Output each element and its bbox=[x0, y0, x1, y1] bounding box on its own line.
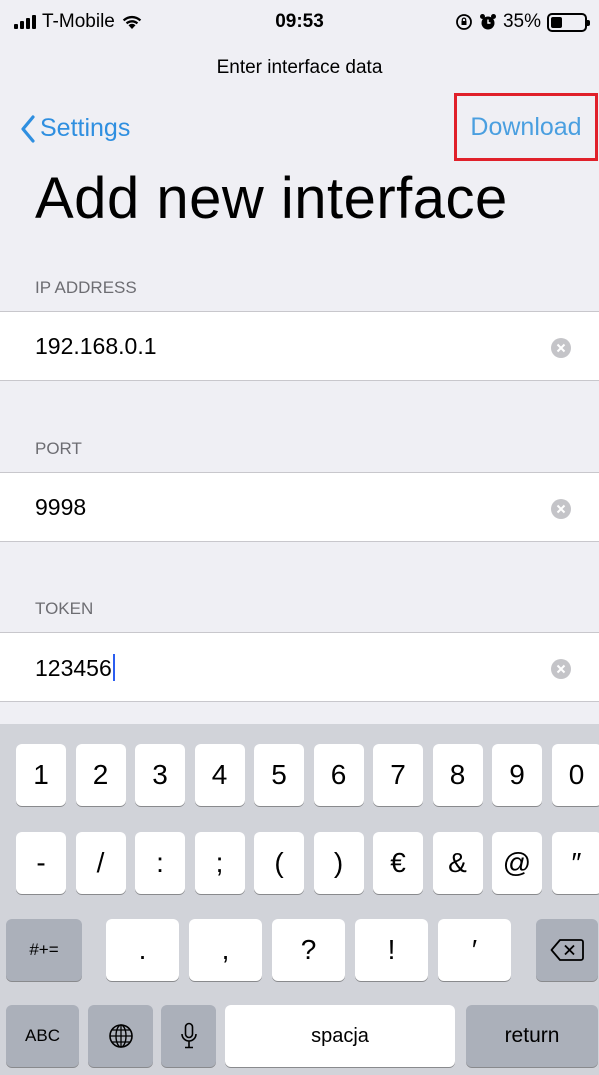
clear-port-button[interactable] bbox=[551, 499, 571, 519]
number-key-2[interactable]: 3 bbox=[135, 744, 185, 806]
text-cursor bbox=[112, 654, 115, 681]
symbol-key-3[interactable]: ; bbox=[194, 832, 245, 894]
symbol-key-7[interactable]: & bbox=[432, 832, 483, 894]
backspace-icon bbox=[550, 939, 584, 961]
port-field[interactable]: 9998 bbox=[0, 472, 599, 542]
status-right: 35% bbox=[455, 11, 590, 33]
number-key-5[interactable]: 6 bbox=[313, 744, 364, 806]
symbol-key-2[interactable]: : bbox=[135, 832, 185, 894]
key-more-symbols[interactable]: #+= bbox=[6, 919, 82, 981]
microphone-icon bbox=[180, 1022, 197, 1049]
symbol-key-9[interactable]: ″ bbox=[551, 832, 599, 894]
symbol-key-8[interactable]: @ bbox=[492, 832, 542, 894]
port-value[interactable]: 9998 bbox=[35, 494, 86, 521]
symbol-key-0[interactable]: - bbox=[16, 832, 66, 894]
status-bar: T-Mobile 09:53 35% bbox=[0, 0, 599, 44]
number-key-1[interactable]: 2 bbox=[75, 744, 126, 806]
globe-icon bbox=[108, 1024, 133, 1048]
dictation-key[interactable] bbox=[161, 1005, 216, 1067]
ip-address-label: IP ADDRESS bbox=[35, 278, 137, 297]
number-key-7[interactable]: 8 bbox=[432, 744, 483, 806]
download-button-label: Download bbox=[470, 112, 582, 141]
number-key-0[interactable]: 1 bbox=[16, 744, 66, 806]
globe-key[interactable] bbox=[88, 1005, 153, 1067]
key-apostrophe[interactable]: ′ bbox=[438, 919, 511, 981]
download-button[interactable]: Download bbox=[454, 93, 598, 161]
orientation-lock-icon bbox=[456, 14, 472, 30]
chevron-left-icon bbox=[21, 114, 35, 143]
symbol-key-5[interactable]: ) bbox=[313, 832, 364, 894]
back-button[interactable]: Settings bbox=[20, 114, 130, 143]
key-comma[interactable]: , bbox=[189, 919, 262, 981]
backspace-key[interactable] bbox=[536, 919, 598, 981]
nav-title: Enter interface data bbox=[216, 57, 383, 78]
number-key-4[interactable]: 5 bbox=[254, 744, 304, 806]
ip-address-value[interactable]: 192.168.0.1 bbox=[35, 333, 157, 360]
token-value: 123456 bbox=[35, 655, 112, 681]
clear-icon bbox=[556, 664, 566, 674]
number-key-8[interactable]: 9 bbox=[492, 744, 542, 806]
key-period[interactable]: . bbox=[106, 919, 179, 981]
port-label: PORT bbox=[35, 439, 82, 458]
token-field[interactable]: 123456 bbox=[0, 632, 599, 702]
clear-token-button[interactable] bbox=[551, 659, 571, 679]
battery-percent: 35% bbox=[502, 11, 541, 32]
number-key-9[interactable]: 0 bbox=[551, 744, 599, 806]
key-exclamation[interactable]: ! bbox=[355, 919, 428, 981]
key-abc[interactable]: ABC bbox=[6, 1005, 79, 1067]
battery-level bbox=[551, 16, 563, 28]
clear-ip-address-button[interactable] bbox=[551, 338, 571, 358]
return-key[interactable]: return bbox=[466, 1005, 598, 1067]
symbol-key-1[interactable]: / bbox=[75, 832, 126, 894]
back-button-label: Settings bbox=[40, 114, 131, 142]
clear-icon bbox=[556, 343, 566, 353]
symbol-key-6[interactable]: € bbox=[373, 832, 423, 894]
number-key-6[interactable]: 7 bbox=[373, 744, 423, 806]
clear-icon bbox=[556, 504, 566, 514]
ip-address-field[interactable]: 192.168.0.1 bbox=[0, 311, 599, 381]
space-key[interactable]: spacja bbox=[225, 1005, 455, 1067]
page-title: Add new interface bbox=[35, 166, 508, 231]
alarm-icon bbox=[479, 14, 496, 30]
token-value-wrap[interactable]: 123456 bbox=[35, 654, 115, 682]
token-label: TOKEN bbox=[35, 599, 94, 618]
key-question[interactable]: ? bbox=[272, 919, 345, 981]
keyboard: 1234567890 - /:;() € & @ ″ #+= . , ? ! ′ ABC … bbox=[0, 724, 599, 1075]
symbol-key-4[interactable]: ( bbox=[254, 832, 304, 894]
battery-icon bbox=[547, 12, 590, 32]
number-key-3[interactable]: 4 bbox=[194, 744, 245, 806]
